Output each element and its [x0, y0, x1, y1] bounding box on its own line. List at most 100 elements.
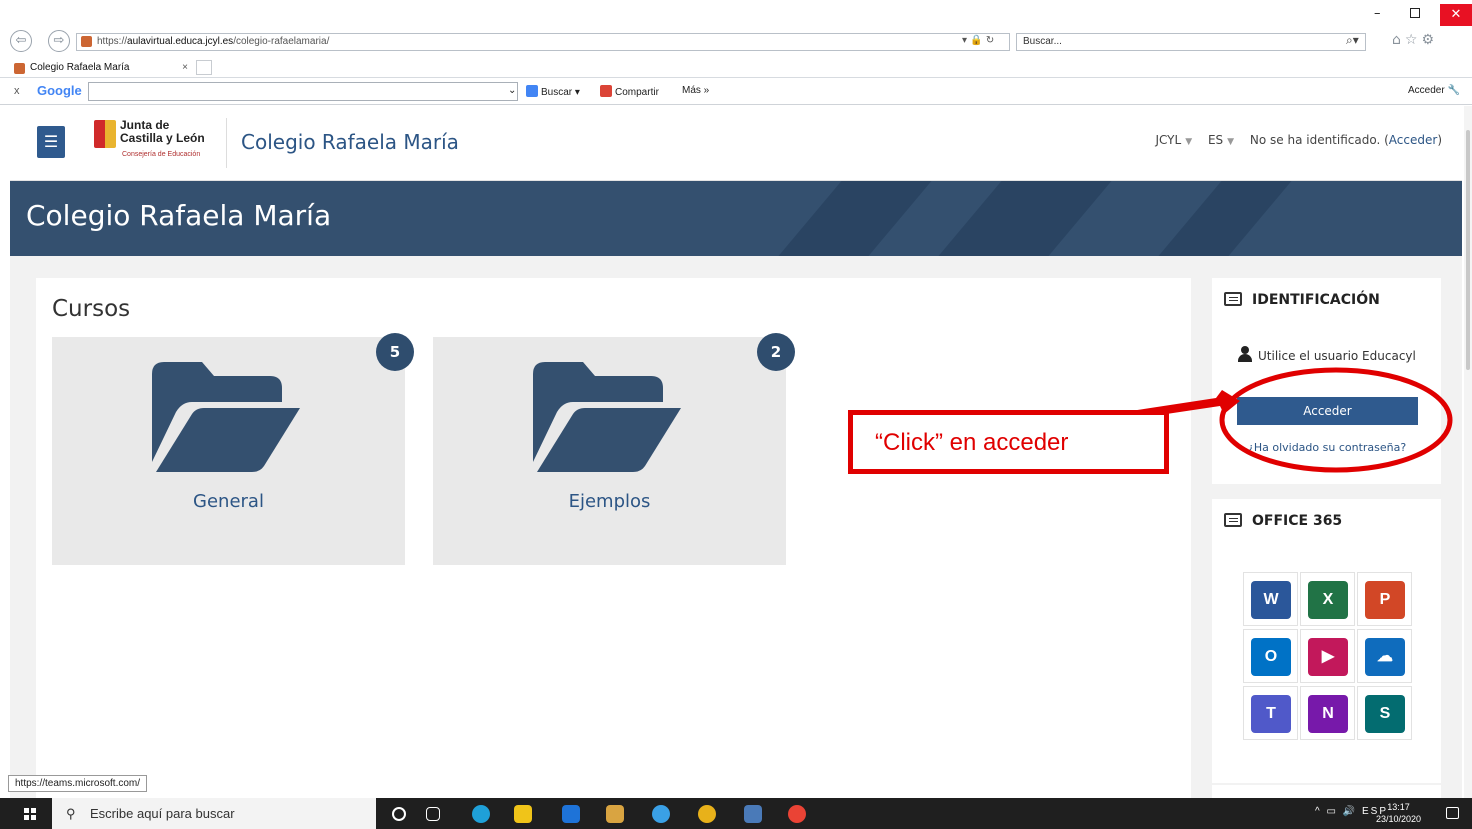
logo-text-1: Junta de	[120, 118, 170, 132]
google-search-icon	[526, 85, 538, 97]
folder-icon	[533, 362, 681, 472]
folder-icon	[152, 362, 300, 472]
lock-refresh-icon[interactable]: ▾ 🔒 ↻	[962, 35, 994, 46]
windows-start-icon[interactable]	[24, 808, 36, 820]
office-app-tile[interactable]: X	[1300, 572, 1355, 626]
office-app-tile[interactable]: T	[1243, 686, 1298, 740]
office-app-icon: P	[1365, 581, 1405, 619]
search-icon[interactable]: ⌕▾	[1346, 33, 1359, 48]
office-app-tile[interactable]: O	[1243, 629, 1298, 683]
browser-search-input[interactable]: Buscar...	[1016, 33, 1366, 51]
task-view-icon[interactable]	[426, 807, 440, 821]
language-menu[interactable]: ES	[1208, 133, 1223, 147]
chrome-icon[interactable]	[788, 805, 806, 823]
courses-heading: Cursos	[52, 296, 131, 322]
dropdown-chevron-icon[interactable]: ⌄	[508, 85, 516, 96]
annotation-box: “Click” en acceder	[848, 410, 1169, 474]
course-count-badge: 5	[376, 333, 414, 371]
office-app-tile[interactable]: ☁	[1357, 629, 1412, 683]
toolbar-acceder-button[interactable]: Acceder 🔧	[1408, 85, 1460, 96]
chevron-down-icon[interactable]: ▼	[1227, 137, 1234, 147]
maximize-icon[interactable]	[1410, 8, 1420, 18]
banner-stripe	[778, 181, 932, 256]
acceder-button[interactable]: Acceder	[1237, 397, 1418, 425]
course-card-general[interactable]: 5 General	[52, 333, 414, 565]
office-app-icon: N	[1308, 695, 1348, 733]
status-url-tooltip: https://teams.microsoft.com/	[8, 775, 148, 792]
jcyl-logo[interactable]: Junta de Castilla y León Consejería de E…	[94, 114, 214, 174]
office-block-title: OFFICE 365	[1224, 513, 1342, 529]
login-block: IDENTIFICACIÓN Utilice el usuario Educac…	[1212, 278, 1441, 484]
course-count-badge: 2	[757, 333, 795, 371]
office-app-icon: T	[1251, 695, 1291, 733]
annotation-text: “Click” en acceder	[875, 429, 1069, 456]
search-icon: ⚲	[66, 806, 76, 821]
google-toolbar: x Google ⌄ Buscar ▾ Compartir Más » Acce…	[0, 79, 1472, 105]
mail-icon[interactable]	[562, 805, 580, 823]
login-status: No se ha identificado. (	[1249, 133, 1389, 147]
chevron-down-icon[interactable]: ▼	[1185, 137, 1192, 147]
home-favorites-settings-icon[interactable]: ⌂☆⚙	[1392, 32, 1438, 48]
block-list-icon	[1224, 513, 1242, 527]
jcyl-menu[interactable]: JCYL	[1155, 133, 1181, 147]
logo-text-2: Castilla y León	[120, 131, 205, 145]
file-explorer-icon[interactable]	[514, 805, 532, 823]
mas-button[interactable]: Más »	[682, 85, 709, 96]
login-info: Utilice el usuario Educacyl	[1238, 346, 1416, 363]
forgot-password-link[interactable]: ¿Ha olvidado su contraseña?	[1248, 441, 1406, 454]
page-title: Colegio Rafaela María	[26, 199, 332, 232]
windows-taskbar: ⚲ Escribe aquí para buscar ^ ▭ 🔊 ESP 13:…	[0, 798, 1472, 829]
site-name-link[interactable]: Colegio Rafaela María	[241, 130, 459, 154]
internet-explorer-icon[interactable]	[652, 805, 670, 823]
tab-colegio[interactable]: Colegio Rafaela María ×	[8, 58, 194, 78]
buscar-button[interactable]: Buscar ▾	[526, 85, 580, 98]
app-icon[interactable]	[744, 805, 762, 823]
scrollbar-thumb[interactable]	[1466, 130, 1470, 370]
close-icon[interactable]: ✕	[1440, 4, 1472, 26]
menu-icon[interactable]: ☰	[37, 126, 65, 158]
address-bar[interactable]: https://aulavirtual.educa.jcyl.es/colegi…	[76, 33, 1010, 51]
coat-of-arms-icon	[94, 120, 116, 148]
office-app-icon: S	[1365, 695, 1405, 733]
google-logo: Google	[37, 83, 82, 98]
share-icon	[600, 85, 612, 97]
tab-strip: Colegio Rafaela María ×	[0, 58, 1472, 78]
taskbar-clock[interactable]: 13:17 23/10/2020	[1376, 801, 1421, 825]
tab-close-icon[interactable]: ×	[182, 58, 188, 78]
google-search-input[interactable]	[88, 82, 518, 101]
page-banner: Colegio Rafaela María	[10, 181, 1462, 256]
courses-panel: Cursos 5 General 2 Ejemplos	[36, 278, 1191, 798]
office-app-icon: ▶	[1308, 638, 1348, 676]
course-card-ejemplos[interactable]: 2 Ejemplos	[433, 333, 795, 565]
header-login-link[interactable]: Acceder	[1389, 133, 1438, 147]
office-app-icon: W	[1251, 581, 1291, 619]
new-tab-button[interactable]	[196, 60, 212, 75]
cortana-icon[interactable]	[392, 807, 406, 821]
office-app-tile[interactable]: ▶	[1300, 629, 1355, 683]
back-icon[interactable]: ⇦	[10, 30, 32, 52]
notification-icon[interactable]	[1446, 807, 1459, 819]
banner-stripe	[1158, 181, 1292, 256]
office-app-icon: ☁	[1365, 638, 1405, 676]
forward-icon[interactable]: ⇨	[48, 30, 70, 52]
office-app-tile[interactable]: W	[1243, 572, 1298, 626]
office-block: OFFICE 365 W X P O ▶ ☁ T N S	[1212, 499, 1441, 783]
office-app-icon: X	[1308, 581, 1348, 619]
compartir-button[interactable]: Compartir	[600, 85, 659, 98]
login-block-title: IDENTIFICACIÓN	[1224, 292, 1380, 308]
course-name[interactable]: Ejemplos	[433, 491, 786, 512]
minimize-icon[interactable]: –	[1374, 6, 1381, 21]
taskbar-search-input[interactable]: ⚲ Escribe aquí para buscar	[52, 798, 376, 829]
browser-address-row: ⇦ ⇨ https://aulavirtual.educa.jcyl.es/co…	[0, 0, 1472, 58]
office-app-tile[interactable]: P	[1357, 572, 1412, 626]
site-favicon-icon	[81, 36, 92, 47]
toolbar-close-icon[interactable]: x	[14, 85, 20, 97]
next-block	[1212, 785, 1441, 798]
course-name[interactable]: General	[52, 491, 405, 512]
tab-favicon-icon	[14, 63, 25, 74]
office-app-tile[interactable]: N	[1300, 686, 1355, 740]
photos-icon[interactable]	[606, 805, 624, 823]
edge-icon[interactable]	[472, 805, 490, 823]
chrome-icon[interactable]	[698, 805, 716, 823]
office-app-tile[interactable]: S	[1357, 686, 1412, 740]
